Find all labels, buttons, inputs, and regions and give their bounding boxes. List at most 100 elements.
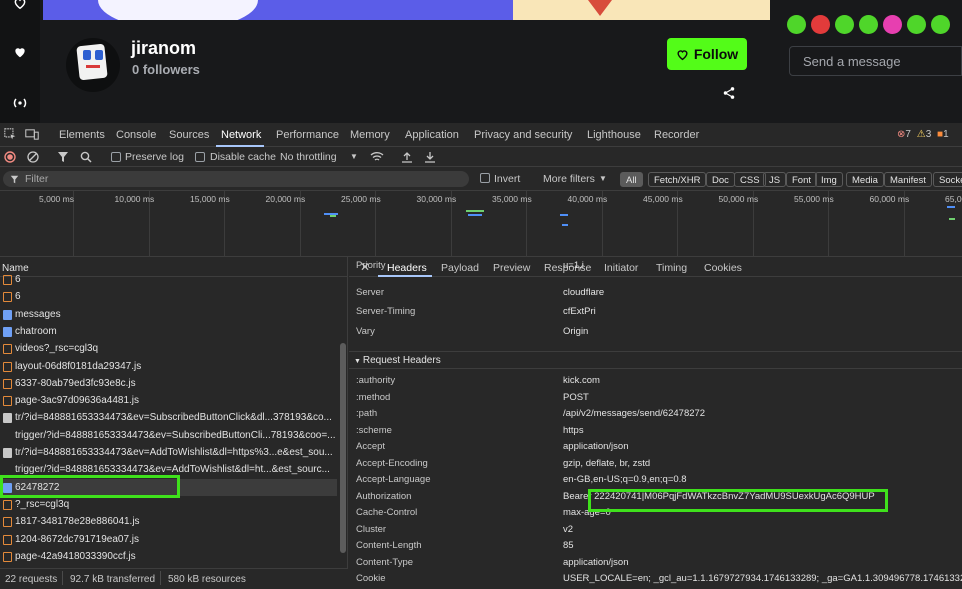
tab-privacy-security[interactable]: Privacy and security bbox=[474, 129, 572, 141]
more-filters-dropdown[interactable]: More filters bbox=[543, 173, 595, 185]
js-file-icon bbox=[3, 551, 12, 562]
type-filter-chip[interactable]: Fetch/XHR bbox=[648, 172, 707, 187]
invert-checkbox[interactable] bbox=[480, 173, 490, 183]
channel-name[interactable]: jiranom bbox=[131, 38, 196, 59]
share-icon[interactable] bbox=[722, 86, 738, 102]
tab-sources[interactable]: Sources bbox=[169, 129, 209, 141]
timeline-tick-label: 50,000 ms bbox=[718, 194, 759, 204]
tab-recorder[interactable]: Recorder bbox=[654, 129, 699, 141]
type-filter-chip[interactable]: Img bbox=[815, 172, 843, 187]
inspect-icon[interactable] bbox=[4, 128, 17, 141]
tab-timing[interactable]: Timing bbox=[656, 262, 687, 274]
request-row[interactable]: tr/?id=848881653334473&ev=SubscribedButt… bbox=[0, 409, 337, 426]
tab-network[interactable]: Network bbox=[221, 129, 261, 141]
request-row[interactable]: messages bbox=[0, 306, 337, 323]
request-row[interactable]: 1204-8672dc791719ea07.js bbox=[0, 531, 337, 548]
request-row[interactable]: 6 bbox=[0, 271, 337, 288]
chevron-down-icon[interactable]: ▼ bbox=[599, 174, 607, 183]
tab-elements[interactable]: Elements bbox=[59, 129, 105, 141]
emote-icon[interactable] bbox=[907, 15, 926, 34]
type-filter-chip[interactable]: CSS bbox=[734, 172, 766, 187]
request-row[interactable]: ?_rsc=cgl3q bbox=[0, 496, 337, 513]
import-har-icon[interactable] bbox=[401, 151, 413, 163]
network-status-bar: 22 requests 92.7 kB transferred 580 kB r… bbox=[0, 568, 348, 589]
tab-headers[interactable]: Headers bbox=[387, 262, 427, 274]
request-row[interactable]: tr/?id=848881653334473&ev=AddToWishlist&… bbox=[0, 444, 337, 461]
chevron-down-icon[interactable]: ▼ bbox=[350, 152, 358, 161]
tab-payload[interactable]: Payload bbox=[441, 262, 479, 274]
emote-icon[interactable] bbox=[859, 15, 878, 34]
heart-icon[interactable] bbox=[10, 45, 30, 65]
tab-initiator[interactable]: Initiator bbox=[604, 262, 638, 274]
request-row[interactable]: layout-06d8f0181da29347.js bbox=[0, 358, 337, 375]
header-value: cfExtPri bbox=[563, 306, 596, 318]
highlight-request-box bbox=[0, 475, 180, 498]
emote-icon[interactable] bbox=[931, 15, 950, 34]
header-value: USER_LOCALE=en; _gcl_au=1.1.1679727934.1… bbox=[563, 573, 962, 584]
type-filter-chip[interactable]: All bbox=[620, 172, 643, 187]
broadcast-icon[interactable] bbox=[10, 96, 30, 116]
request-row[interactable]: 1817-348178e28e886041.js bbox=[0, 513, 337, 530]
request-row[interactable]: chatroom bbox=[0, 323, 337, 340]
request-headers-section[interactable]: ▼ Request Headers bbox=[349, 351, 962, 369]
tab-performance[interactable]: Performance bbox=[276, 129, 339, 141]
type-filter-chip[interactable]: Font bbox=[786, 172, 818, 187]
header-key: Cluster bbox=[356, 523, 387, 535]
request-row[interactable]: trigger/?id=848881653334473&ev=Subscribe… bbox=[0, 427, 337, 444]
request-row[interactable]: page-3ac97d09636a4481.js bbox=[0, 392, 337, 409]
issue-counters[interactable]: ⊗7 ⚠3 ■1 bbox=[897, 129, 949, 140]
record-icon[interactable] bbox=[4, 151, 16, 163]
chat-message-input[interactable]: Send a message bbox=[789, 46, 962, 76]
type-filter-chip[interactable]: Doc bbox=[706, 172, 735, 187]
export-har-icon[interactable] bbox=[424, 151, 436, 163]
emote-icon[interactable] bbox=[883, 15, 902, 34]
request-row[interactable]: page-42a9418033390ccf.js bbox=[0, 548, 337, 565]
tab-memory[interactable]: Memory bbox=[350, 129, 390, 141]
type-filter-chip[interactable]: JS bbox=[763, 172, 787, 187]
type-filter-chip[interactable]: Socke bbox=[933, 172, 962, 187]
timeline-tick-label: 45,000 ms bbox=[643, 194, 683, 204]
filter-input[interactable]: Filter bbox=[3, 171, 469, 187]
header-key: Content-Length bbox=[356, 540, 422, 551]
request-name: 6337-80ab79ed3fc93e8c.js bbox=[15, 377, 136, 389]
timeline-request-bar bbox=[947, 206, 955, 208]
network-conditions-icon[interactable] bbox=[370, 151, 384, 163]
request-list-scrollbar[interactable] bbox=[339, 277, 347, 568]
filter-icon[interactable] bbox=[57, 151, 69, 163]
request-row[interactable]: 6 bbox=[0, 288, 337, 305]
emote-icon[interactable] bbox=[787, 15, 806, 34]
timeline-request-bar bbox=[466, 210, 484, 212]
clear-icon[interactable] bbox=[27, 151, 39, 163]
timeline-tick-label: 25,000 ms bbox=[341, 194, 381, 204]
timeline-tick-label: 15,000 ms bbox=[190, 194, 230, 204]
timeline-tick-label: 65,000 bbox=[945, 194, 962, 204]
devtools-tab-bar: Elements Console Sources Network Perform… bbox=[0, 123, 962, 147]
emote-icon[interactable] bbox=[835, 15, 854, 34]
scrollbar-thumb[interactable] bbox=[340, 343, 346, 553]
type-filter-chip[interactable]: Manifest bbox=[884, 172, 932, 187]
header-value: https bbox=[563, 424, 584, 436]
request-row[interactable]: 6337-80ab79ed3fc93e8c.js bbox=[0, 375, 337, 392]
avatar[interactable] bbox=[66, 38, 120, 92]
timeline-tick-label: 55,000 ms bbox=[794, 194, 834, 204]
tab-application[interactable]: Application bbox=[405, 129, 459, 141]
device-toolbar-icon[interactable] bbox=[25, 128, 39, 141]
type-filter-chip[interactable]: Media bbox=[846, 172, 884, 187]
preserve-log-checkbox[interactable] bbox=[111, 152, 121, 162]
throttling-select[interactable]: No throttling bbox=[280, 151, 337, 163]
header-key: Cookie bbox=[356, 573, 386, 584]
request-row[interactable]: videos?_rsc=cgl3q bbox=[0, 340, 337, 357]
disable-cache-checkbox[interactable] bbox=[195, 152, 205, 162]
emote-icon[interactable] bbox=[811, 15, 830, 34]
timeline-tick-label: 5,000 ms bbox=[39, 194, 74, 204]
search-icon[interactable] bbox=[80, 151, 92, 163]
tab-lighthouse[interactable]: Lighthouse bbox=[587, 129, 641, 141]
tab-preview[interactable]: Preview bbox=[493, 262, 530, 274]
invert-label: Invert bbox=[494, 173, 521, 185]
follow-button[interactable]: Follow bbox=[667, 38, 747, 70]
heart-icon[interactable] bbox=[10, 0, 30, 16]
tab-console[interactable]: Console bbox=[116, 129, 156, 141]
collapse-triangle-icon: ▼ bbox=[354, 358, 363, 365]
request-name: 6 bbox=[15, 274, 21, 285]
tab-cookies[interactable]: Cookies bbox=[704, 262, 742, 274]
